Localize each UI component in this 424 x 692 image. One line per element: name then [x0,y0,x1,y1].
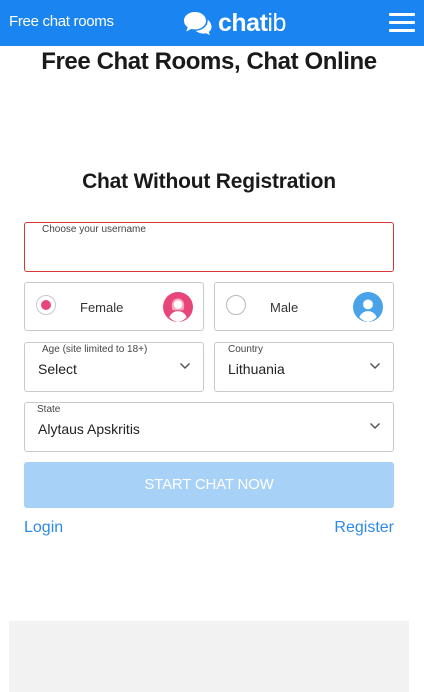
username-label: Choose your username [42,224,146,235]
country-value: Lithuania [228,361,285,377]
logo-text-light: ib [267,8,286,37]
country-select[interactable]: Country Lithuania [214,342,394,392]
username-input[interactable] [41,243,381,267]
male-radio[interactable] [226,295,246,315]
state-label: State [37,404,61,415]
logo-text-bold: chat [218,8,268,37]
age-value: Select [38,361,77,377]
female-label: Female [80,300,124,315]
female-radio[interactable] [36,295,56,315]
chevron-down-icon [179,362,191,370]
male-avatar-icon [353,292,383,322]
female-avatar-icon [163,292,193,322]
age-select[interactable]: Age (site limited to 18+) Select [24,342,204,392]
male-label: Male [270,300,299,315]
info-section [9,621,409,692]
hamburger-menu-icon[interactable] [389,12,415,34]
section-title: Free Chat Rooms, Chat Online [41,48,377,75]
country-label: Country [228,344,264,355]
login-link[interactable]: Login [24,519,63,537]
chatib-logo[interactable]: chatib [183,8,286,38]
gender-option-female[interactable]: Female [24,282,204,331]
start-chat-button[interactable]: START CHAT NOW [24,462,394,508]
logo-wordmark: chatib [218,9,286,38]
age-label: Age (site limited to 18+) [42,344,148,355]
chevron-down-icon [369,362,381,370]
chat-bubbles-icon [184,12,212,36]
gender-option-male[interactable]: Male [214,282,394,331]
top-navigation-bar: Free chat rooms chatib [0,0,424,46]
register-link[interactable]: Register [334,519,394,537]
free-chat-rooms-link[interactable]: Free chat rooms [9,13,114,30]
state-value: Alytaus Apskritis [38,421,140,437]
username-field[interactable]: Choose your username [24,222,394,272]
state-select[interactable]: State Alytaus Apskritis [24,402,394,452]
form-title: Chat Without Registration [82,170,336,193]
chevron-down-icon [369,422,381,430]
